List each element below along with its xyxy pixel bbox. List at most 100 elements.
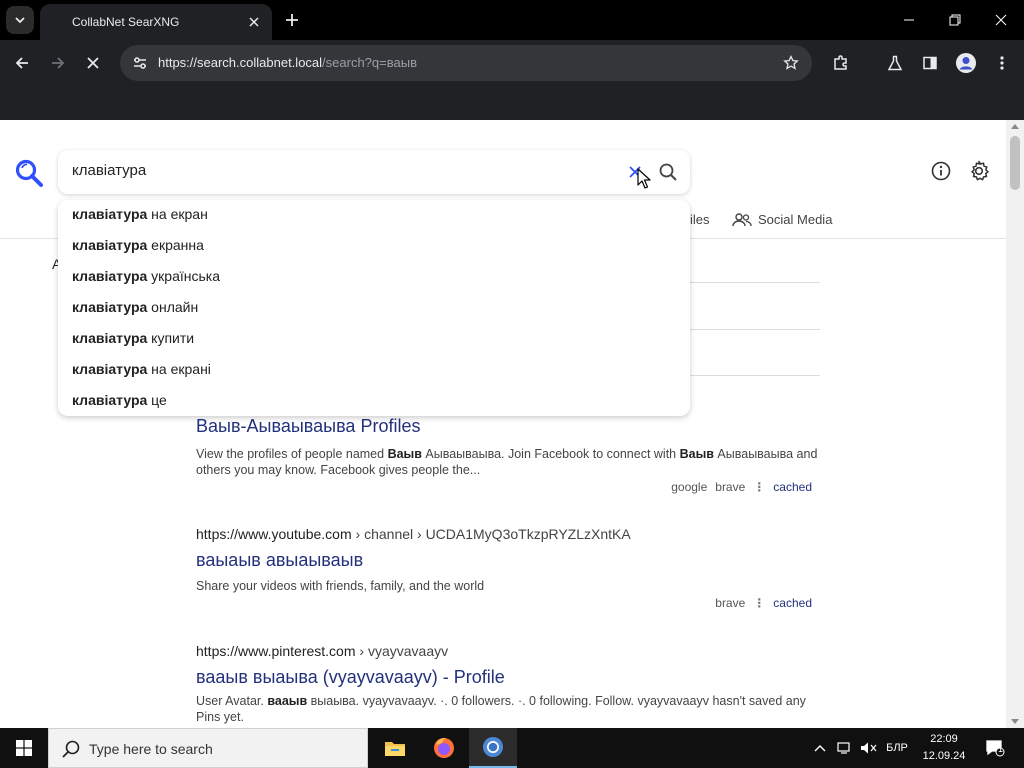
result-title-link[interactable]: ваыаыв авыаываыв — [196, 550, 820, 576]
engine-brave: brave — [715, 480, 746, 494]
tab-files-label: iles — [690, 212, 710, 227]
ac-rest: на екрані — [147, 361, 211, 377]
back-button[interactable] — [7, 48, 37, 78]
taskbar-file-explorer[interactable] — [371, 728, 419, 768]
browser-menu-button[interactable] — [987, 48, 1017, 78]
site-info-button[interactable] — [128, 51, 152, 75]
extensions-button[interactable] — [826, 48, 856, 78]
address-bar[interactable]: https://search.collabnet.local/search?q=… — [120, 45, 812, 81]
bookmarks-bar — [0, 86, 1024, 120]
windows-taskbar: Type here to search БЛР 22:09 12.09.24 1 — [0, 728, 1024, 768]
forward-button[interactable] — [43, 48, 73, 78]
close-icon — [995, 14, 1007, 26]
people-icon — [732, 212, 752, 226]
tab-files[interactable]: iles — [690, 212, 710, 227]
divider — [690, 329, 820, 330]
autocomplete-item[interactable]: клавіатура купити — [72, 330, 194, 352]
cached-link[interactable]: cached — [773, 596, 812, 610]
autocomplete-item[interactable]: клавіатура на екран — [72, 206, 208, 228]
new-tab-button[interactable] — [280, 8, 304, 32]
taskbar-firefox[interactable] — [420, 728, 468, 768]
result-url-host: https://www.pinterest.com — [196, 643, 356, 659]
autocomplete-item[interactable]: клавіатура екранна — [72, 237, 204, 259]
ac-bold: клавіатура — [72, 237, 148, 253]
close-icon — [87, 57, 99, 69]
result-url-crumbs: › channel › UCDA1MyQ3oTkzpRYZLzXntKA — [351, 526, 631, 542]
firefox-icon — [434, 737, 454, 758]
tab-social-media[interactable]: Social Media — [732, 212, 832, 227]
profile-button[interactable] — [951, 48, 981, 78]
result-title-link[interactable]: вааыв выаыва (vyayvavaayv) - Profile — [196, 667, 820, 693]
clock-time: 22:09 — [930, 733, 958, 745]
page-content: iles Social Media A Ваыв-Аываываыва Prof… — [0, 120, 1024, 728]
autocomplete-item[interactable]: клавіатура українська — [72, 268, 220, 290]
start-button[interactable] — [0, 728, 48, 768]
browser-tabbar: CollabNet SearXNG — [0, 0, 1024, 40]
labs-button[interactable] — [880, 48, 910, 78]
search-input[interactable] — [72, 162, 612, 179]
desc-text: View the profiles of people named — [196, 447, 388, 461]
tray-volume[interactable] — [858, 728, 880, 768]
taskbar-chrome[interactable] — [469, 728, 517, 768]
tray-network[interactable] — [834, 728, 856, 768]
engine-google: google — [671, 480, 708, 494]
ac-bold: клавіатура — [72, 299, 148, 315]
result-description: View the profiles of people named Ваыв А… — [196, 446, 820, 478]
taskbar-search[interactable]: Type here to search — [48, 728, 368, 768]
taskbar-search-placeholder: Type here to search — [89, 741, 213, 757]
browser-tab-active[interactable]: CollabNet SearXNG — [40, 4, 272, 40]
arrow-right-icon — [52, 57, 65, 69]
divider — [690, 375, 820, 376]
desc-highlight: вааыв — [267, 694, 308, 708]
result-title-link[interactable]: Ваыв-Аываываыва Profiles — [196, 416, 820, 442]
taskbar-clock[interactable]: 22:09 12.09.24 — [912, 731, 976, 765]
scroll-down-arrow[interactable] — [1011, 719, 1019, 724]
divider — [690, 282, 820, 283]
tab-search-button[interactable] — [6, 6, 34, 34]
avatar-icon — [956, 53, 976, 73]
ac-rest: це — [147, 392, 167, 408]
ac-bold: клавіатура — [72, 206, 148, 222]
side-panel-button[interactable] — [915, 48, 945, 78]
result-url[interactable]: https://www.youtube.com › channel › UCDA… — [196, 526, 820, 546]
page-scrollbar[interactable] — [1006, 120, 1024, 728]
arrow-left-icon — [15, 57, 28, 69]
notification-center-button[interactable]: 1 — [980, 728, 1010, 768]
search-submit-button[interactable] — [656, 160, 680, 184]
restore-button[interactable] — [932, 0, 978, 40]
stop-loading-button[interactable] — [78, 48, 108, 78]
bookmark-star-button[interactable] — [780, 52, 802, 74]
minimize-button[interactable] — [886, 0, 932, 40]
autocomplete-dropdown: клавіатура на екран клавіатура екранна к… — [58, 200, 690, 416]
ac-rest: українська — [147, 268, 221, 284]
tab-close-button[interactable] — [244, 12, 264, 32]
windows-logo-icon — [16, 740, 32, 756]
cached-link[interactable]: cached — [773, 480, 812, 494]
autocomplete-item[interactable]: клавіатура на екрані — [72, 361, 211, 383]
result-url-crumbs: › vyayvavaayv — [355, 643, 449, 659]
volume-muted-icon — [861, 742, 877, 754]
result-description: Share your videos with friends, family, … — [196, 579, 485, 593]
url-host: https://search.collabnet.local — [158, 55, 323, 70]
tray-language[interactable]: БЛР — [882, 728, 912, 768]
preferences-button[interactable] — [966, 158, 992, 184]
ac-bold: клавіатура — [72, 330, 148, 346]
tray-show-hidden-button[interactable] — [808, 728, 832, 768]
desc-highlight: Ваыв — [387, 447, 422, 461]
scroll-up-arrow[interactable] — [1011, 124, 1019, 129]
tune-icon — [134, 57, 146, 69]
result-url[interactable]: https://www.pinterest.com › vyayvavaayv — [196, 643, 820, 663]
result-engines: google brave ⋮ cached — [671, 480, 812, 494]
close-window-button[interactable] — [978, 0, 1024, 40]
ac-rest: онлайн — [147, 299, 199, 315]
search-icon — [659, 163, 677, 181]
result-url-host: https://www.youtube.com — [196, 526, 352, 542]
side-panel-icon — [923, 56, 937, 70]
close-icon — [249, 17, 259, 27]
chevron-up-icon — [814, 745, 826, 752]
searxng-logo-icon[interactable] — [14, 158, 44, 188]
autocomplete-item[interactable]: клавіатура це — [72, 392, 167, 414]
scroll-thumb[interactable] — [1010, 136, 1020, 190]
autocomplete-item[interactable]: клавіатура онлайн — [72, 299, 198, 321]
about-button[interactable] — [928, 158, 954, 184]
